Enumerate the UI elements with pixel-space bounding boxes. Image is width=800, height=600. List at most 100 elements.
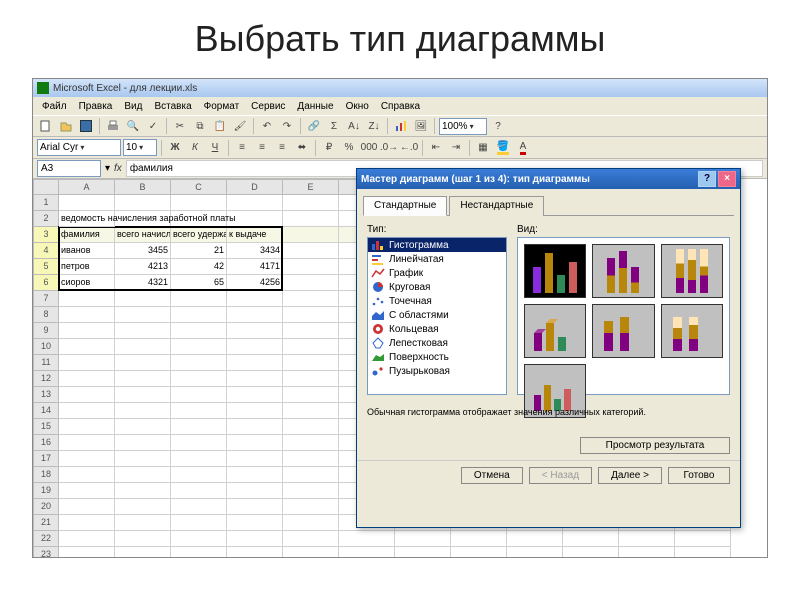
cut-icon[interactable]: ✂	[171, 117, 189, 135]
cell-I23[interactable]	[507, 547, 563, 557]
save-icon[interactable]	[77, 117, 95, 135]
cell-C5[interactable]: 42	[171, 259, 227, 275]
cell-C13[interactable]	[171, 387, 227, 403]
menu-edit[interactable]: Правка	[74, 100, 118, 113]
cell-A7[interactable]	[59, 291, 115, 307]
cell-E21[interactable]	[283, 515, 339, 531]
cell-A8[interactable]	[59, 307, 115, 323]
chart-wizard-icon[interactable]	[392, 117, 410, 135]
col-header-B[interactable]: B	[115, 179, 171, 195]
row-header-22[interactable]: 22	[33, 531, 59, 547]
row-header-21[interactable]: 21	[33, 515, 59, 531]
row-header-19[interactable]: 19	[33, 483, 59, 499]
subtype-3d-100pct-stacked-column[interactable]	[661, 304, 723, 358]
cell-D19[interactable]	[227, 483, 283, 499]
fontsize-combo[interactable]: 10▾	[123, 139, 157, 156]
hyperlink-icon[interactable]: 🔗	[305, 117, 323, 135]
comma-icon[interactable]: 000	[360, 139, 378, 157]
cell-B10[interactable]	[115, 339, 171, 355]
cell-L23[interactable]	[675, 547, 731, 557]
copy-icon[interactable]: ⧉	[191, 117, 209, 135]
cell-A2[interactable]: ведомость начисления заработной платы	[59, 211, 115, 227]
chart-type-6[interactable]: Кольцевая	[368, 322, 506, 336]
cell-B21[interactable]	[115, 515, 171, 531]
cell-B6[interactable]: 4321	[115, 275, 171, 291]
menu-format[interactable]: Формат	[199, 100, 245, 113]
cell-D5[interactable]: 4171	[227, 259, 283, 275]
row-header-18[interactable]: 18	[33, 467, 59, 483]
cell-C23[interactable]	[171, 547, 227, 557]
cell-D17[interactable]	[227, 451, 283, 467]
chart-type-3[interactable]: Круговая	[368, 280, 506, 294]
cell-A18[interactable]	[59, 467, 115, 483]
cell-B12[interactable]	[115, 371, 171, 387]
align-right-icon[interactable]: ≡	[273, 139, 291, 157]
cell-D14[interactable]	[227, 403, 283, 419]
cell-C10[interactable]	[171, 339, 227, 355]
cell-C4[interactable]: 21	[171, 243, 227, 259]
cell-C19[interactable]	[171, 483, 227, 499]
chart-type-5[interactable]: С областями	[368, 308, 506, 322]
cell-E5[interactable]	[283, 259, 339, 275]
cell-L22[interactable]	[675, 531, 731, 547]
chart-type-0[interactable]: Гистограмма	[368, 238, 506, 252]
cell-B17[interactable]	[115, 451, 171, 467]
cell-A5[interactable]: петров	[59, 259, 115, 275]
zoom-combo[interactable]: 100%▾	[439, 118, 487, 135]
row-header-2[interactable]: 2	[33, 211, 59, 227]
subtype-clustered-column[interactable]	[524, 244, 586, 298]
cell-D3[interactable]: к выдаче	[227, 227, 283, 243]
cell-D12[interactable]	[227, 371, 283, 387]
cell-E8[interactable]	[283, 307, 339, 323]
cell-A21[interactable]	[59, 515, 115, 531]
cell-A6[interactable]: сиоров	[59, 275, 115, 291]
cell-B11[interactable]	[115, 355, 171, 371]
row-header-14[interactable]: 14	[33, 403, 59, 419]
cell-D11[interactable]	[227, 355, 283, 371]
cell-E22[interactable]	[283, 531, 339, 547]
cell-A20[interactable]	[59, 499, 115, 515]
chart-type-1[interactable]: Линейчатая	[368, 252, 506, 266]
cell-F22[interactable]	[339, 531, 395, 547]
cell-E2[interactable]	[283, 211, 339, 227]
dialog-help-icon[interactable]: ?	[698, 171, 716, 187]
cell-B7[interactable]	[115, 291, 171, 307]
cell-A13[interactable]	[59, 387, 115, 403]
redo-icon[interactable]: ↷	[278, 117, 296, 135]
subtype-3d-stacked-column[interactable]	[592, 304, 654, 358]
currency-icon[interactable]: ₽	[320, 139, 338, 157]
cell-E12[interactable]	[283, 371, 339, 387]
cell-F23[interactable]	[339, 547, 395, 557]
cell-D18[interactable]	[227, 467, 283, 483]
cell-H23[interactable]	[451, 547, 507, 557]
percent-icon[interactable]: %	[340, 139, 358, 157]
cell-C21[interactable]	[171, 515, 227, 531]
cell-E9[interactable]	[283, 323, 339, 339]
cell-D9[interactable]	[227, 323, 283, 339]
format-painter-icon[interactable]: 🖌	[231, 117, 249, 135]
cell-E11[interactable]	[283, 355, 339, 371]
row-header-23[interactable]: 23	[33, 547, 59, 557]
cell-C7[interactable]	[171, 291, 227, 307]
cell-E16[interactable]	[283, 435, 339, 451]
print-icon[interactable]	[104, 117, 122, 135]
cell-D7[interactable]	[227, 291, 283, 307]
row-header-20[interactable]: 20	[33, 499, 59, 515]
preview-icon[interactable]: 🔍	[124, 117, 142, 135]
cell-G23[interactable]	[395, 547, 451, 557]
cell-B1[interactable]	[115, 195, 171, 211]
cell-E23[interactable]	[283, 547, 339, 557]
sort-asc-icon[interactable]: A↓	[345, 117, 363, 135]
cell-D8[interactable]	[227, 307, 283, 323]
cell-C14[interactable]	[171, 403, 227, 419]
subtype-stacked-column[interactable]	[592, 244, 654, 298]
cell-A3[interactable]: фамилия	[59, 227, 115, 243]
cell-E3[interactable]	[283, 227, 339, 243]
cell-K22[interactable]	[619, 531, 675, 547]
cell-B23[interactable]	[115, 547, 171, 557]
cell-B19[interactable]	[115, 483, 171, 499]
cancel-button[interactable]: Отмена	[461, 467, 523, 484]
cell-A4[interactable]: иванов	[59, 243, 115, 259]
cell-A1[interactable]	[59, 195, 115, 211]
name-box[interactable]: A3	[37, 160, 101, 177]
